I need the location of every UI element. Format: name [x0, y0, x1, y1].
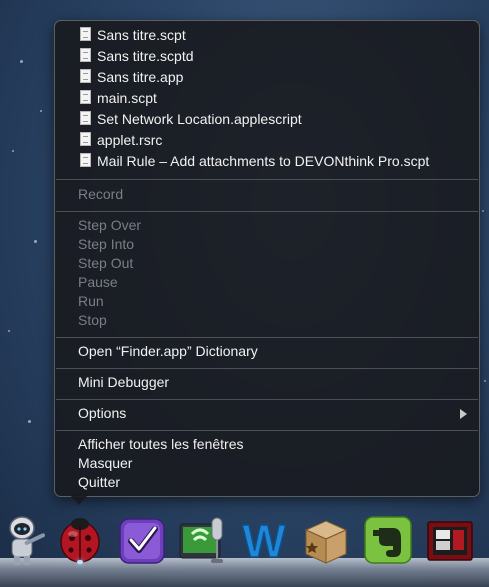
- omnifocus-icon[interactable]: [114, 512, 170, 568]
- recent-file-item[interactable]: Sans titre.scptd: [55, 47, 479, 66]
- quit-item[interactable]: Quitter: [55, 473, 479, 492]
- show-all-windows-item[interactable]: Afficher toutes les fenêtres: [55, 435, 479, 454]
- menu-separator: [56, 430, 478, 431]
- word-w-icon[interactable]: W: [236, 512, 292, 568]
- script-file-icon: [80, 27, 91, 41]
- menu-separator: [56, 337, 478, 338]
- script-file-icon: [80, 153, 91, 167]
- hide-item[interactable]: Masquer: [55, 454, 479, 473]
- script-file-icon: [80, 69, 91, 83]
- script-file-icon: [80, 48, 91, 62]
- recent-file-item[interactable]: Sans titre.app: [55, 68, 479, 87]
- menu-separator: [56, 399, 478, 400]
- svg-text:W: W: [242, 515, 286, 567]
- run-item: Run: [78, 293, 104, 309]
- archive-box-icon[interactable]: [298, 512, 354, 568]
- dock-context-menu: Sans titre.scpt Sans titre.scptd Sans ti…: [54, 20, 480, 497]
- photo-booth-icon[interactable]: [422, 512, 478, 568]
- running-indicator: [77, 560, 83, 564]
- recent-file-item[interactable]: applet.rsrc: [55, 131, 479, 150]
- stop-item: Stop: [78, 312, 107, 328]
- script-debugger-ladybug-icon[interactable]: [52, 512, 108, 568]
- recent-file-item[interactable]: Mail Rule – Add attachments to DEVONthin…: [55, 152, 479, 171]
- automator-icon[interactable]: [0, 512, 50, 568]
- dictation-microphone-icon[interactable]: [174, 512, 230, 568]
- step-into-item: Step Into: [78, 236, 135, 252]
- open-dictionary-item[interactable]: Open “Finder.app” Dictionary: [55, 342, 479, 361]
- options-label: Options: [78, 405, 127, 421]
- script-file-icon: [80, 111, 91, 125]
- pause-item: Pause: [78, 274, 118, 290]
- menu-separator: [56, 368, 478, 369]
- recent-file-item[interactable]: Sans titre.scpt: [55, 26, 479, 45]
- menu-separator: [56, 179, 478, 180]
- record-item: Record: [78, 186, 124, 202]
- mini-debugger-item[interactable]: Mini Debugger: [55, 373, 479, 392]
- evernote-icon[interactable]: [360, 512, 416, 568]
- menu-separator: [56, 211, 478, 212]
- submenu-arrow-icon: [460, 409, 467, 419]
- options-item[interactable]: Options: [55, 404, 479, 423]
- step-out-item: Step Out: [78, 255, 134, 271]
- recent-file-item[interactable]: main.scpt: [55, 89, 479, 108]
- recent-file-item[interactable]: Set Network Location.applescript: [55, 110, 479, 129]
- menu-pointer: [69, 494, 89, 505]
- script-file-icon: [80, 132, 91, 146]
- dock: W: [0, 512, 489, 587]
- step-over-item: Step Over: [78, 217, 142, 233]
- script-file-icon: [80, 90, 91, 104]
